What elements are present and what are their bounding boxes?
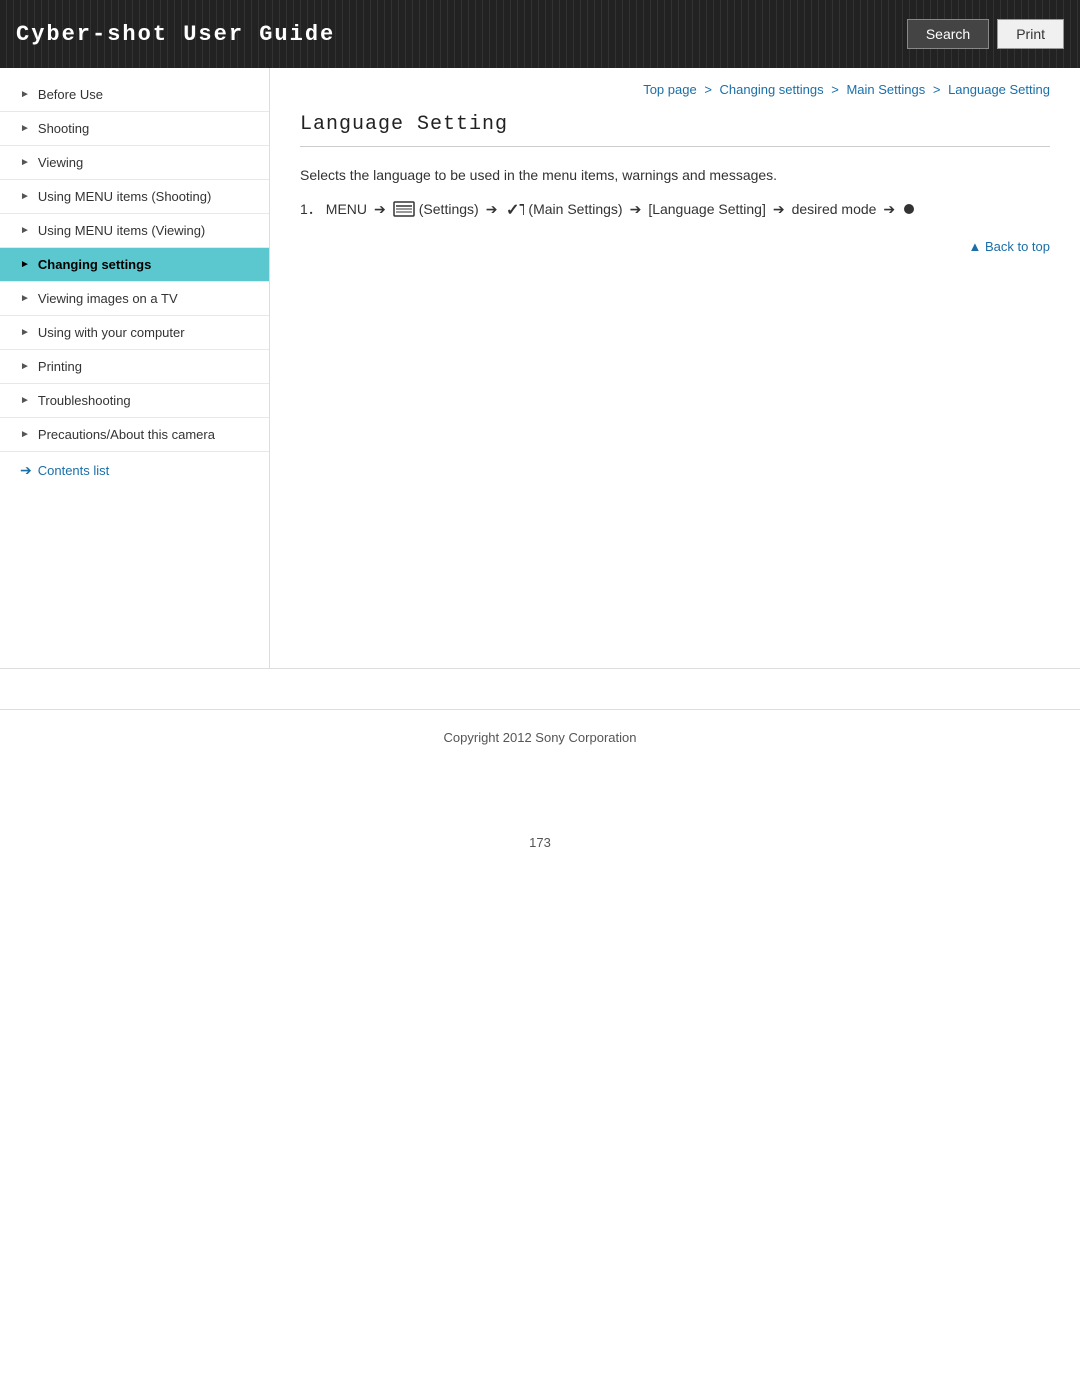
arrow-icon: ➔	[486, 201, 498, 218]
menu-label: MENU	[326, 201, 367, 217]
breadcrumb-language-setting[interactable]: Language Setting	[948, 82, 1050, 97]
chevron-right-icon: ►	[20, 259, 30, 270]
sidebar-item-shooting[interactable]: ► Shooting	[0, 112, 269, 146]
sidebar-item-label: Changing settings	[38, 257, 151, 272]
chevron-right-icon: ►	[20, 429, 30, 440]
chevron-right-icon: ►	[20, 157, 30, 168]
sidebar-item-label: Shooting	[38, 121, 89, 136]
desired-mode-label: desired mode	[792, 201, 877, 217]
breadcrumb-changing-settings[interactable]: Changing settings	[720, 82, 824, 97]
sidebar-item-viewing[interactable]: ► Viewing	[0, 146, 269, 180]
chevron-right-icon: ►	[20, 89, 30, 100]
page-title-section: Language Setting	[300, 113, 1050, 147]
sidebar-item-label: Printing	[38, 359, 82, 374]
copyright-text: Copyright 2012 Sony Corporation	[444, 730, 637, 745]
chevron-right-icon: ►	[20, 361, 30, 372]
chevron-right-icon: ►	[20, 293, 30, 304]
header: Cyber-shot User Guide Search Print	[0, 0, 1080, 68]
breadcrumb-separator: >	[933, 82, 944, 97]
sidebar-item-troubleshooting[interactable]: ► Troubleshooting	[0, 384, 269, 418]
breadcrumb: Top page > Changing settings > Main Sett…	[300, 68, 1050, 113]
breadcrumb-top-page[interactable]: Top page	[643, 82, 697, 97]
sidebar-item-label: Troubleshooting	[38, 393, 131, 408]
settings-label: (Settings)	[419, 201, 479, 217]
page-title: Language Setting	[300, 113, 1050, 136]
main-container: ► Before Use ► Shooting ► Viewing ► Usin…	[0, 68, 1080, 668]
sidebar-item-before-use[interactable]: ► Before Use	[0, 78, 269, 112]
sidebar-item-computer[interactable]: ► Using with your computer	[0, 316, 269, 350]
chevron-right-icon: ►	[20, 123, 30, 134]
breadcrumb-separator: >	[831, 82, 842, 97]
arrow-icon: ➔	[773, 201, 785, 218]
svg-text:✓T: ✓T	[506, 202, 524, 219]
chevron-right-icon: ►	[20, 191, 30, 202]
sidebar-item-label: Viewing images on a TV	[38, 291, 178, 306]
sidebar-item-label: Using MENU items (Viewing)	[38, 223, 205, 238]
breadcrumb-separator: >	[704, 82, 715, 97]
chevron-right-icon: ►	[20, 225, 30, 236]
back-to-top-link[interactable]: ▲ Back to top	[968, 239, 1050, 254]
chevron-right-icon: ►	[20, 327, 30, 338]
description: Selects the language to be used in the m…	[300, 167, 1050, 183]
sidebar-item-label: Using with your computer	[38, 325, 185, 340]
sidebar-item-viewing-tv[interactable]: ► Viewing images on a TV	[0, 282, 269, 316]
language-setting-label: [Language Setting]	[648, 201, 766, 217]
arrow-icon: ➔	[883, 201, 895, 218]
settings-icon	[393, 201, 415, 217]
sidebar-item-changing-settings[interactable]: ► Changing settings	[0, 248, 269, 282]
contents-list-label: Contents list	[38, 463, 110, 478]
main-settings-label: (Main Settings)	[528, 201, 622, 217]
sidebar-item-label: Using MENU items (Shooting)	[38, 189, 211, 204]
sidebar-item-label: Before Use	[38, 87, 103, 102]
sidebar-item-label: Viewing	[38, 155, 83, 170]
breadcrumb-main-settings[interactable]: Main Settings	[846, 82, 925, 97]
arrow-icon: ➔	[630, 201, 642, 218]
arrow-right-icon: ➔	[20, 462, 32, 479]
footer: Copyright 2012 Sony Corporation	[0, 709, 1080, 775]
content-separator	[0, 668, 1080, 669]
step-number: 1．	[300, 199, 322, 219]
page-number: 173	[0, 835, 1080, 850]
chevron-right-icon: ►	[20, 395, 30, 406]
back-to-top: ▲ Back to top	[300, 239, 1050, 254]
contents-list-link[interactable]: ➔ Contents list	[0, 452, 269, 489]
print-button[interactable]: Print	[997, 19, 1064, 49]
bullet-circle-icon	[904, 204, 914, 214]
sidebar-item-menu-shooting[interactable]: ► Using MENU items (Shooting)	[0, 180, 269, 214]
instruction-line: 1． MENU ➔ (Settings) ➔ ✓T (Main Settin	[300, 199, 1050, 219]
search-button[interactable]: Search	[907, 19, 989, 49]
sidebar: ► Before Use ► Shooting ► Viewing ► Usin…	[0, 68, 270, 668]
sidebar-item-label: Precautions/About this camera	[38, 427, 215, 442]
header-actions: Search Print	[907, 19, 1064, 49]
app-title: Cyber-shot User Guide	[16, 22, 335, 47]
content-area: Top page > Changing settings > Main Sett…	[270, 68, 1080, 284]
sidebar-item-printing[interactable]: ► Printing	[0, 350, 269, 384]
sidebar-item-precautions[interactable]: ► Precautions/About this camera	[0, 418, 269, 452]
main-settings-icon: ✓T	[504, 199, 524, 219]
sidebar-item-menu-viewing[interactable]: ► Using MENU items (Viewing)	[0, 214, 269, 248]
arrow-icon: ➔	[374, 201, 386, 218]
